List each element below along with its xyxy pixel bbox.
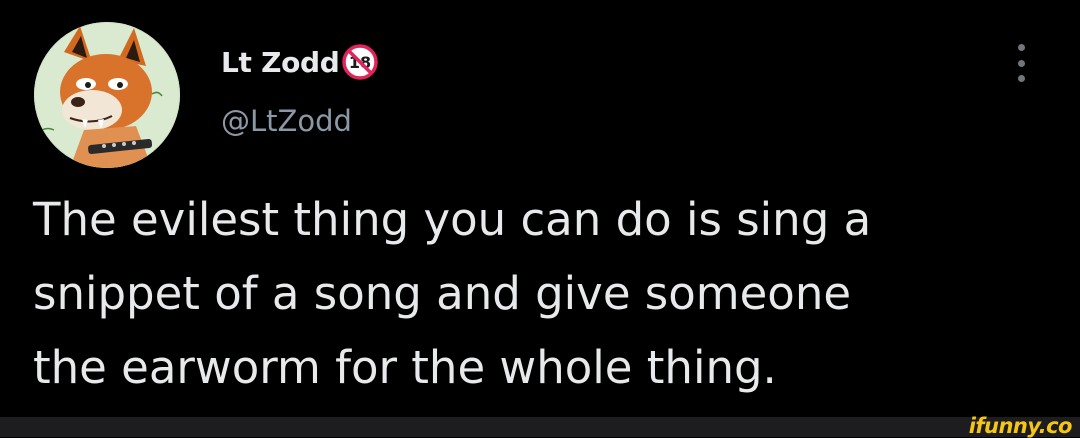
tweet-text-line: The evilest thing you can do is sing a — [33, 193, 872, 246]
tweet: Lt Zodd 18 @LtZodd The evilest thing you… — [0, 0, 1080, 417]
ifunny-watermark: ifunny.co — [968, 414, 1073, 438]
author-display-name[interactable]: Lt Zodd — [221, 46, 340, 79]
author-name-row: Lt Zodd 18 — [221, 42, 378, 82]
no-under-18-icon: 18 — [341, 44, 378, 80]
avatar[interactable] — [34, 22, 180, 168]
tweet-text-line: the earworm for the whole thing. — [33, 341, 777, 394]
author-handle[interactable]: @LtZodd — [221, 104, 352, 138]
fox-character-avatar-icon — [34, 22, 180, 168]
tweet-text-line: snippet of a song and give someone — [33, 267, 852, 320]
more-options-button[interactable] — [1010, 44, 1032, 82]
tweet-text: The evilest thing you can do is sing a s… — [33, 183, 1063, 405]
more-vertical-icon-dot — [1017, 44, 1025, 51]
more-vertical-icon-dot — [1017, 59, 1025, 67]
more-vertical-icon-dot — [1017, 75, 1025, 82]
watermark-bar: ifunny.co — [0, 414, 1080, 438]
